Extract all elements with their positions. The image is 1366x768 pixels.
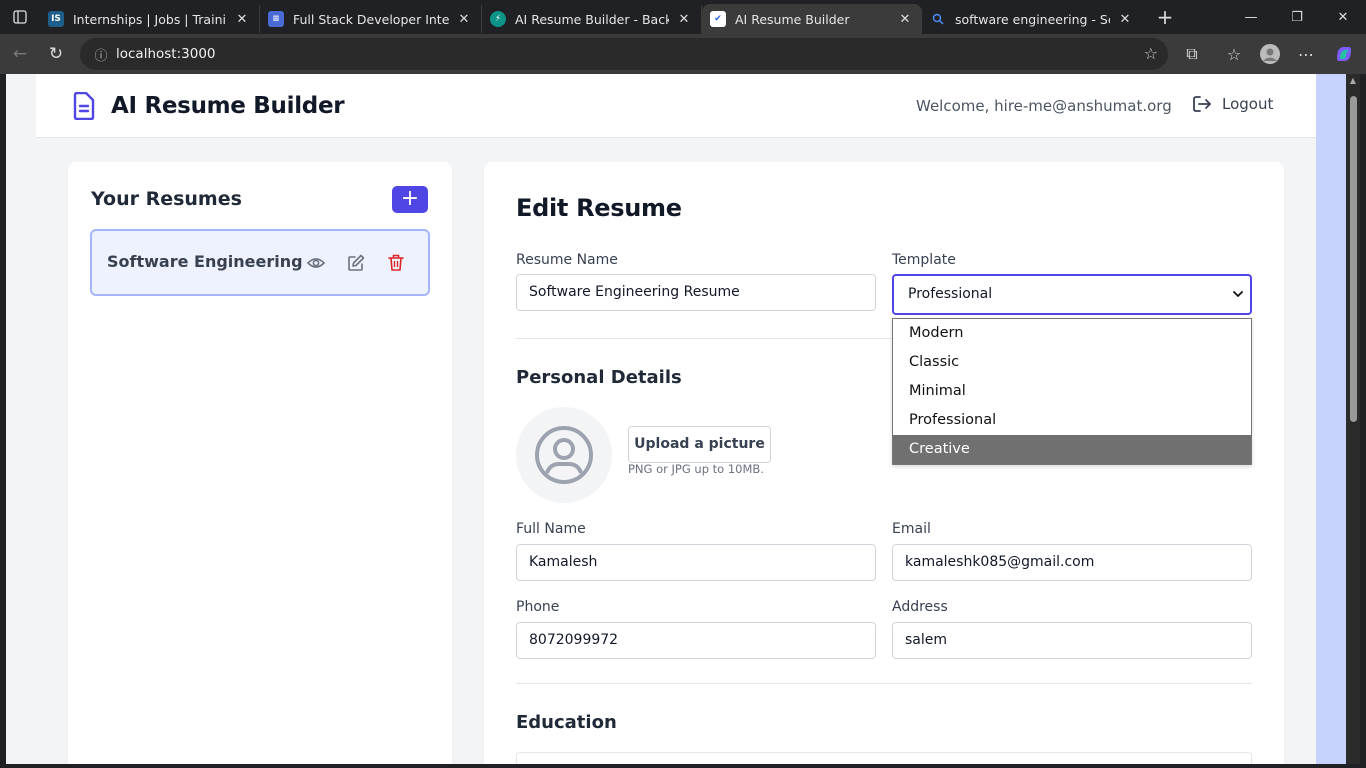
browser-tab[interactable]: ⚡ AI Resume Builder - Backend - Replit ✕ xyxy=(482,5,702,33)
tab-title: software engineering - Search xyxy=(955,11,1110,27)
back-icon[interactable]: ← xyxy=(2,36,38,72)
close-icon[interactable]: ✕ xyxy=(675,12,693,27)
brand[interactable]: AI Resume Builder xyxy=(72,92,345,120)
email-input[interactable]: kamaleshk085@gmail.com xyxy=(892,544,1252,581)
document-icon xyxy=(73,92,95,120)
page-edge-strip xyxy=(1316,74,1346,764)
tab-title: AI Resume Builder xyxy=(735,11,850,27)
tab-title: Internships | Jobs | Trainings & Courses xyxy=(73,11,227,27)
browser-tab[interactable]: software engineering - Search ✕ xyxy=(922,5,1142,33)
template-option-minimal[interactable]: Minimal xyxy=(893,377,1251,406)
resume-list-item[interactable]: Software Engineering ... xyxy=(90,229,430,296)
restore-icon[interactable]: ❐ xyxy=(1274,0,1320,34)
education-entry xyxy=(516,752,1252,764)
more-options-icon[interactable]: ⋯ xyxy=(1286,34,1326,74)
full-name-input[interactable]: Kamalesh xyxy=(516,544,876,581)
scroll-up-icon[interactable]: ▲ xyxy=(1346,74,1360,88)
template-selected-value: Professional xyxy=(908,286,993,302)
resume-list-panel: Your Resumes + Software Engineering ... xyxy=(68,162,452,764)
window-close-icon[interactable]: ✕ xyxy=(1320,0,1366,34)
minimize-icon[interactable]: — xyxy=(1228,0,1274,34)
app-title: AI Resume Builder xyxy=(111,93,345,119)
resume-name-input[interactable]: Software Engineering Resume xyxy=(516,274,876,311)
template-option-creative[interactable]: Creative xyxy=(893,435,1251,464)
site-info-icon[interactable]: ⓘ xyxy=(86,45,116,64)
phone-label: Phone xyxy=(516,599,560,615)
checkmark-favicon-icon: ✔ xyxy=(710,11,726,27)
template-option-classic[interactable]: Classic xyxy=(893,348,1251,377)
app-header: AI Resume Builder Welcome, hire-me@anshu… xyxy=(36,74,1316,138)
avatar xyxy=(516,407,612,503)
new-tab-icon[interactable]: + xyxy=(1148,5,1182,29)
tab-title: Full Stack Developer Internship xyxy=(293,11,449,27)
close-icon[interactable]: ✕ xyxy=(455,12,473,27)
document-favicon-icon: ≡ xyxy=(268,11,284,27)
page-viewport: AI Resume Builder Welcome, hire-me@anshu… xyxy=(6,74,1346,764)
section-divider xyxy=(516,683,1252,684)
tab-actions-icon[interactable] xyxy=(0,0,40,34)
resume-name-label: Resume Name xyxy=(516,252,618,268)
logout-button[interactable]: Logout xyxy=(1192,94,1273,114)
email-label: Email xyxy=(892,521,931,537)
close-icon[interactable]: ✕ xyxy=(896,12,914,27)
welcome-text: Welcome, hire-me@anshumat.org xyxy=(916,97,1172,115)
replit-favicon-icon: ⚡ xyxy=(490,11,506,27)
phone-input[interactable]: 8072099972 xyxy=(516,622,876,659)
add-resume-button[interactable]: + xyxy=(392,186,428,213)
close-icon[interactable]: ✕ xyxy=(233,12,251,27)
address-input[interactable]: salem xyxy=(892,622,1252,659)
resume-item-name: Software Engineering ... xyxy=(107,252,302,271)
address-label: Address xyxy=(892,599,948,615)
favorite-star-icon[interactable]: ☆ xyxy=(1144,44,1158,63)
search-favicon-icon xyxy=(930,11,946,27)
logout-label: Logout xyxy=(1222,95,1274,113)
edit-icon[interactable] xyxy=(344,251,368,275)
scrollbar-thumb[interactable] xyxy=(1350,96,1357,422)
url-text: localhost:3000 xyxy=(116,46,216,62)
tab-title: AI Resume Builder - Backend - Replit xyxy=(515,11,669,27)
personal-details-heading: Personal Details xyxy=(516,367,682,388)
trash-icon[interactable] xyxy=(384,251,408,275)
address-bar-row: ← ↻ ⓘ localhost:3000 ☆ xyxy=(0,34,1366,74)
refresh-icon[interactable]: ↻ xyxy=(38,36,74,72)
user-circle-icon xyxy=(535,426,593,484)
template-select[interactable]: Professional xyxy=(892,274,1252,315)
extensions-icon[interactable]: ⧉ xyxy=(1172,34,1212,74)
browser-tab[interactable]: ≡ Full Stack Developer Internship ✕ xyxy=(260,5,482,33)
favorites-icon[interactable]: ☆ xyxy=(1214,34,1254,74)
panel-title: Your Resumes xyxy=(91,188,242,210)
page-scrollbar[interactable]: ▲ xyxy=(1346,74,1360,764)
browser-tab-bar: IS Internships | Jobs | Trainings & Cour… xyxy=(0,0,1366,34)
upload-hint: PNG or JPG up to 10MB. xyxy=(628,462,764,476)
upload-picture-button[interactable]: Upload a picture xyxy=(628,426,771,463)
close-icon[interactable]: ✕ xyxy=(1116,12,1134,27)
education-heading: Education xyxy=(516,712,617,733)
browser-tab-active[interactable]: ✔ AI Resume Builder ✕ xyxy=(702,4,922,34)
full-name-label: Full Name xyxy=(516,521,586,537)
browser-tab[interactable]: IS Internships | Jobs | Trainings & Cour… xyxy=(40,5,260,33)
template-dropdown-list: Modern Classic Minimal Professional Crea… xyxy=(892,318,1252,465)
template-label: Template xyxy=(892,252,956,268)
logout-icon xyxy=(1193,96,1211,112)
eye-icon[interactable] xyxy=(304,251,328,275)
template-option-modern[interactable]: Modern xyxy=(893,319,1251,348)
internshala-favicon-icon: IS xyxy=(48,11,64,27)
url-field[interactable]: ⓘ localhost:3000 ☆ xyxy=(80,38,1168,70)
page-title: Edit Resume xyxy=(516,194,682,222)
copilot-icon[interactable] xyxy=(1324,34,1364,74)
profile-avatar-icon[interactable] xyxy=(1250,34,1290,74)
template-option-professional[interactable]: Professional xyxy=(893,406,1251,435)
